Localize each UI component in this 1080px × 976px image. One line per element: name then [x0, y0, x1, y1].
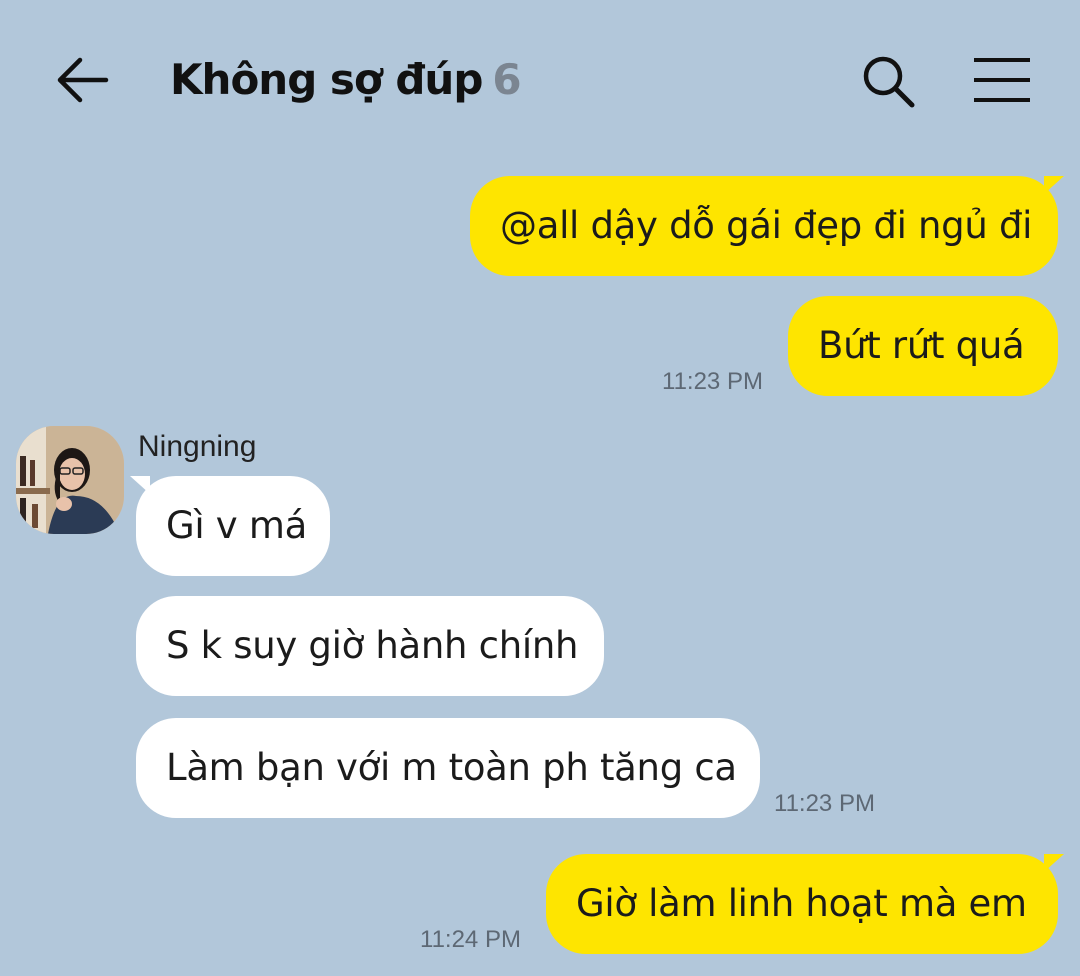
chat-title-container: Không sợ đúp 6: [170, 50, 522, 110]
message-bubble-theirs[interactable]: Gì v má: [136, 476, 330, 576]
message-text: Giờ làm linh hoạt mà em: [576, 882, 1027, 925]
back-button[interactable]: [50, 52, 112, 108]
message-time: 11:23 PM: [662, 368, 763, 395]
message-bubble-mine[interactable]: Giờ làm linh hoạt mà em: [546, 854, 1058, 954]
bubble-tail: [1044, 854, 1064, 872]
chat-header: Không sợ đúp 6: [0, 0, 1080, 160]
hamburger-menu-icon: [974, 58, 1030, 102]
bubble-tail: [130, 476, 150, 494]
message-bubble-theirs[interactable]: S k suy giờ hành chính: [136, 596, 604, 696]
user-avatar-photo: [16, 426, 124, 534]
avatar[interactable]: [16, 426, 124, 534]
message-text: Gì v má: [166, 504, 307, 547]
menu-button[interactable]: [970, 56, 1034, 106]
message-text: @all dậy dỗ gái đẹp đi ngủ đi: [500, 204, 1033, 247]
member-count: 6: [492, 55, 521, 104]
search-button[interactable]: [858, 52, 918, 110]
message-bubble-theirs[interactable]: Làm bạn với m toàn ph tăng ca: [136, 718, 760, 818]
arrow-left-icon: [57, 57, 109, 103]
message-bubble-mine[interactable]: Bứt rứt quá: [788, 296, 1058, 396]
search-icon: [863, 56, 915, 108]
message-text: Bứt rứt quá: [818, 324, 1025, 367]
message-time: 11:24 PM: [420, 926, 521, 953]
sender-name: Ningning: [138, 430, 257, 463]
chat-title: Không sợ đúp: [170, 55, 483, 104]
bubble-tail: [1044, 176, 1064, 194]
message-time: 11:23 PM: [774, 790, 875, 817]
message-bubble-mine[interactable]: @all dậy dỗ gái đẹp đi ngủ đi: [470, 176, 1058, 276]
message-text: Làm bạn với m toàn ph tăng ca: [166, 746, 737, 789]
message-text: S k suy giờ hành chính: [166, 624, 579, 667]
